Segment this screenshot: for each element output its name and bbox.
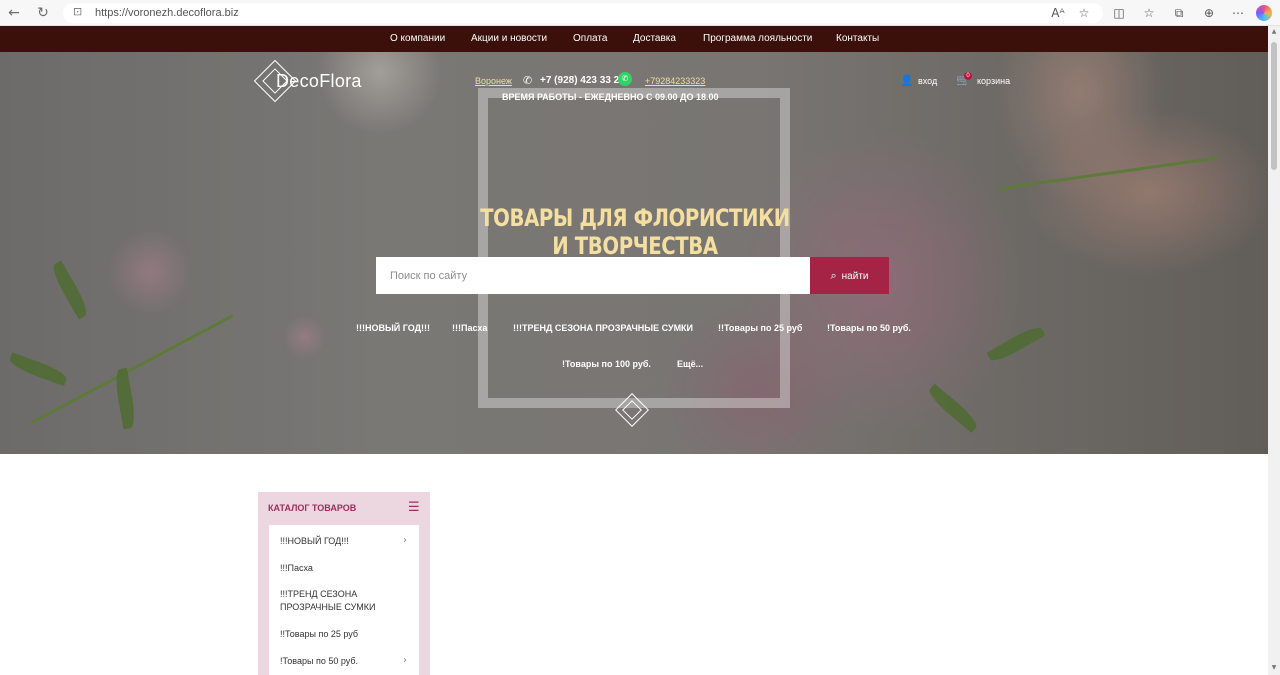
phone-number[interactable]: +7 (928) 423 33 23 [540, 75, 625, 86]
split-screen-icon[interactable]: ◫ [1111, 5, 1127, 21]
catalog-list: !!!НОВЫЙ ГОД!!! › !!!Пасха !!!ТРЕНД СЕЗО… [269, 525, 419, 675]
scrollbar-thumb[interactable] [1271, 42, 1277, 170]
catalog-title: КАТАЛОГ ТОВАРОВ [268, 503, 357, 513]
address-bar[interactable]: ⊡ https://voronezh.decoflora.biz [63, 3, 1103, 23]
refresh-icon[interactable]: ↻ [35, 5, 51, 21]
read-aloud-icon[interactable]: Aᴬ [1050, 5, 1066, 21]
login-link[interactable]: вход [918, 76, 937, 86]
catalog-item-easter[interactable]: !!!Пасха [280, 562, 390, 575]
top-navigation: О компании Акции и новости Оплата Достав… [0, 26, 1268, 52]
search-button[interactable]: ⌕ найти [810, 257, 889, 294]
city-selector[interactable]: Воронеж [475, 76, 512, 86]
phone-icon: ✆ [523, 74, 533, 87]
search-button-label: найти [841, 270, 869, 282]
quick-link-new-year[interactable]: !!!НОВЫЙ ГОД!!! [356, 323, 430, 333]
catalog-item-25-rub[interactable]: !!Товары по 25 руб [280, 628, 390, 641]
quick-link-100-rub[interactable]: !Товары по 100 руб. [562, 359, 651, 369]
quick-link-transparent-bags[interactable]: !!!ТРЕНД СЕЗОНА ПРОЗРАЧНЫЕ СУМКИ [513, 323, 693, 333]
search-input[interactable] [376, 257, 810, 294]
whatsapp-icon[interactable]: ✆ [618, 72, 632, 86]
scroll-down-arrow-icon[interactable]: ▼ [1270, 664, 1278, 671]
user-icon[interactable]: 👤 [900, 74, 914, 87]
quick-link-50-rub[interactable]: !Товары по 50 руб. [827, 323, 911, 333]
site-logo[interactable]: DecoFlora [253, 59, 370, 103]
catalog-menu-icon[interactable]: ☰ [408, 500, 420, 515]
nav-payment[interactable]: Оплата [573, 33, 607, 44]
chevron-right-icon[interactable]: › [403, 655, 407, 666]
nav-about[interactable]: О компании [390, 33, 445, 44]
lock-icon[interactable]: ⊡ [73, 5, 82, 18]
extensions-icon[interactable]: ⊕ [1201, 5, 1217, 21]
more-icon[interactable]: ⋯ [1230, 5, 1246, 21]
catalog-item-transparent-bags[interactable]: !!!ТРЕНД СЕЗОНА ПРОЗРАЧНЫЕ СУМКИ [280, 588, 390, 614]
whatsapp-number[interactable]: +79284233323 [645, 76, 705, 86]
quick-link-25-rub[interactable]: !!Товары по 25 руб [718, 323, 802, 333]
cart-link[interactable]: корзина [977, 76, 1010, 86]
nav-loyalty[interactable]: Программа лояльности [703, 33, 812, 44]
favorites-icon[interactable]: ☆ [1141, 5, 1157, 21]
nav-promotions[interactable]: Акции и новости [471, 33, 547, 44]
back-icon[interactable]: ← [6, 5, 22, 21]
quick-link-more[interactable]: Ещё... [677, 359, 703, 369]
nav-delivery[interactable]: Доставка [633, 33, 676, 44]
chevron-right-icon[interactable]: › [403, 535, 407, 546]
browser-toolbar: ← ↻ ⊡ https://voronezh.decoflora.biz Aᴬ … [0, 0, 1280, 26]
nav-contacts[interactable]: Контакты [836, 33, 879, 44]
search-icon: ⌕ [830, 268, 837, 282]
scroll-up-arrow-icon[interactable]: ▲ [1270, 28, 1278, 35]
quick-link-easter[interactable]: !!!Пасха [452, 323, 487, 333]
catalog-sidebar: КАТАЛОГ ТОВАРОВ ☰ !!!НОВЫЙ ГОД!!! › !!!П… [258, 492, 430, 675]
copilot-icon[interactable] [1256, 5, 1272, 21]
url-text[interactable]: https://voronezh.decoflora.biz [95, 7, 239, 19]
hero-headline: ТОВАРЫ ДЛЯ ФЛОРИСТИКИ И ТВОРЧЕСТВА [480, 204, 790, 260]
catalog-item-new-year[interactable]: !!!НОВЫЙ ГОД!!! [280, 535, 390, 548]
favorite-icon[interactable]: ☆ [1076, 5, 1092, 21]
page-scrollbar[interactable]: ▲ ▼ [1268, 26, 1280, 675]
cart-count-badge: 0 [964, 72, 972, 80]
working-hours: ВРЕМЯ РАБОТЫ - ЕЖЕДНЕВНО С 09.00 ДО 18.0… [502, 92, 719, 102]
collections-icon[interactable]: ⧉ [1171, 5, 1187, 21]
catalog-item-50-rub[interactable]: !Товары по 50 руб. [280, 655, 390, 668]
